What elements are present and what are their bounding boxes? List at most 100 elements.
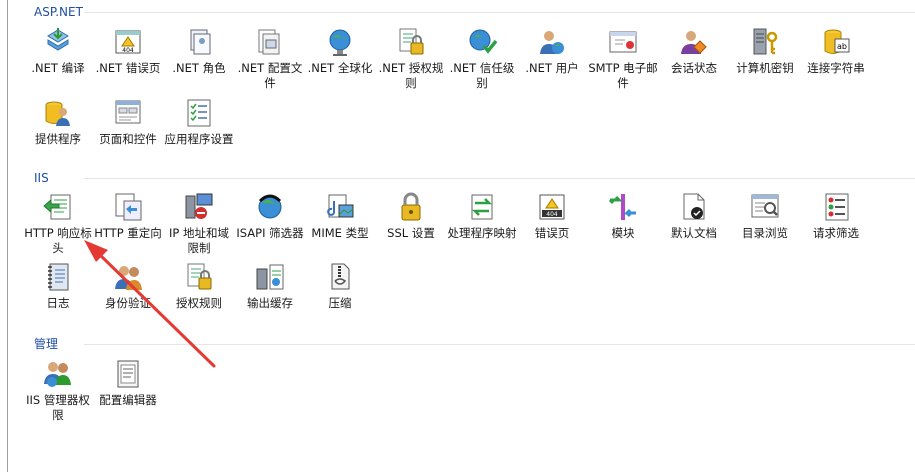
feature-label: 请求筛选 (813, 226, 859, 240)
section-divider (84, 178, 915, 179)
section-divider (84, 12, 915, 13)
smtp-email-icon (606, 25, 640, 59)
feature-net-compile[interactable]: .NET 编译 (24, 25, 92, 76)
feature-error-pages[interactable]: 404 错误页 (518, 190, 586, 241)
mime-types-icon (323, 190, 357, 224)
net-users-icon (535, 25, 569, 59)
feature-label: .NET 配置文件 (237, 61, 303, 90)
feature-directory-browsing[interactable]: 目录浏览 (731, 190, 799, 241)
feature-label: 连接字符串 (807, 61, 865, 75)
feature-net-trust-levels[interactable]: .NET 信任级别 (448, 25, 516, 91)
feature-default-document[interactable]: 默认文档 (660, 190, 728, 241)
feature-label: 输出缓存 (247, 296, 293, 310)
feature-net-users[interactable]: .NET 用户 (518, 25, 586, 76)
net-roles-icon (182, 25, 216, 59)
feature-label: .NET 编译 (31, 61, 85, 75)
feature-authentication[interactable]: 身份验证 (94, 260, 162, 311)
feature-ssl-settings[interactable]: SSL 设置 (377, 190, 445, 241)
feature-smtp-email[interactable]: SMTP 电子邮件 (588, 25, 658, 91)
feature-label: 应用程序设置 (164, 132, 234, 146)
feature-net-authorization[interactable]: .NET 授权规则 (377, 25, 445, 91)
feature-request-filtering[interactable]: 请求筛选 (802, 190, 870, 241)
section-title: 管理 (34, 337, 59, 351)
feature-label: .NET 信任级别 (449, 61, 515, 90)
directory-browsing-icon (748, 190, 782, 224)
iis-manager-permissions-icon (41, 357, 75, 391)
feature-mime-types[interactable]: MIME 类型 (306, 190, 374, 241)
ssl-settings-icon (394, 190, 428, 224)
feature-label: 会话状态 (671, 61, 717, 75)
feature-output-caching[interactable]: 输出缓存 (236, 260, 304, 311)
feature-ip-domain-restrictions[interactable]: IP 地址和域限制 (165, 190, 233, 256)
feature-connection-strings[interactable]: ab 连接字符串 (802, 25, 870, 76)
feature-label: .NET 错误页 (95, 61, 161, 75)
feature-label: MIME 类型 (311, 226, 369, 240)
feature-iis-manager-permissions[interactable]: IIS 管理器权限 (24, 357, 92, 423)
feature-compression[interactable]: 压缩 (306, 260, 374, 311)
feature-app-settings[interactable]: 应用程序设置 (164, 96, 234, 147)
providers-icon (41, 96, 75, 130)
feature-label: .NET 角色 (172, 61, 226, 75)
feature-label: 错误页 (534, 226, 570, 240)
feature-http-redirect[interactable]: HTTP 重定向 (94, 190, 162, 241)
section-divider (84, 344, 915, 345)
feature-net-globalization[interactable]: .NET 全球化 (306, 25, 374, 76)
default-document-icon (677, 190, 711, 224)
app-settings-icon (182, 96, 216, 130)
ip-domain-restrictions-icon (182, 190, 216, 224)
feature-label: 目录浏览 (742, 226, 788, 240)
modules-icon (606, 190, 640, 224)
machine-key-icon (748, 25, 782, 59)
feature-label: 配置编辑器 (99, 393, 157, 407)
feature-modules[interactable]: 模块 (589, 190, 657, 241)
authentication-icon (111, 260, 145, 294)
feature-label: SSL 设置 (387, 226, 435, 240)
feature-label: 处理程序映射 (447, 226, 517, 240)
http-response-headers-icon (41, 190, 75, 224)
feature-label: ISAPI 筛选器 (236, 226, 304, 240)
feature-machine-key[interactable]: 计算机密钥 (731, 25, 799, 76)
feature-logging[interactable]: 日志 (24, 260, 92, 311)
feature-label: 授权规则 (176, 296, 222, 310)
left-panel-border (7, 0, 8, 472)
connection-strings-icon: ab (819, 25, 853, 59)
feature-isapi-filters[interactable]: ISAPI 筛选器 (236, 190, 304, 241)
feature-configuration-editor[interactable]: 配置编辑器 (94, 357, 162, 408)
http-redirect-icon (111, 190, 145, 224)
net-profile-icon (253, 25, 287, 59)
feature-net-error-page[interactable]: 404 .NET 错误页 (94, 25, 162, 76)
net-authorization-icon (394, 25, 428, 59)
output-caching-icon (253, 260, 287, 294)
error-pages-icon: 404 (535, 190, 569, 224)
feature-net-profile[interactable]: .NET 配置文件 (236, 25, 304, 91)
feature-label: .NET 授权规则 (378, 61, 444, 90)
handler-mappings-icon (465, 190, 499, 224)
feature-label: .NET 全球化 (307, 61, 373, 75)
configuration-editor-icon (111, 357, 145, 391)
svg-text:404: 404 (122, 47, 134, 54)
net-compile-icon (41, 25, 75, 59)
feature-session-state[interactable]: 会话状态 (660, 25, 728, 76)
feature-label: 日志 (46, 296, 70, 310)
feature-label: IP 地址和域限制 (169, 226, 229, 255)
feature-label: 计算机密钥 (736, 61, 794, 75)
net-globalization-icon (323, 25, 357, 59)
feature-label: IIS 管理器权限 (26, 393, 90, 422)
svg-text:ab: ab (837, 42, 847, 51)
feature-http-response-headers[interactable]: HTTP 响应标头 (24, 190, 92, 256)
net-error-page-icon: 404 (111, 25, 145, 59)
session-state-icon (677, 25, 711, 59)
feature-pages-controls[interactable]: 页面和控件 (94, 96, 162, 147)
feature-net-roles[interactable]: .NET 角色 (165, 25, 233, 76)
feature-authorization-rules[interactable]: 授权规则 (165, 260, 233, 311)
pages-controls-icon (111, 96, 145, 130)
svg-text:404: 404 (546, 211, 558, 218)
isapi-filters-icon (253, 190, 287, 224)
feature-label: 页面和控件 (99, 132, 157, 146)
feature-providers[interactable]: 提供程序 (24, 96, 92, 147)
feature-label: 默认文档 (671, 226, 717, 240)
feature-handler-mappings[interactable]: 处理程序映射 (447, 190, 517, 241)
request-filtering-icon (819, 190, 853, 224)
feature-label: SMTP 电子邮件 (588, 61, 658, 90)
feature-label: 压缩 (328, 296, 352, 310)
